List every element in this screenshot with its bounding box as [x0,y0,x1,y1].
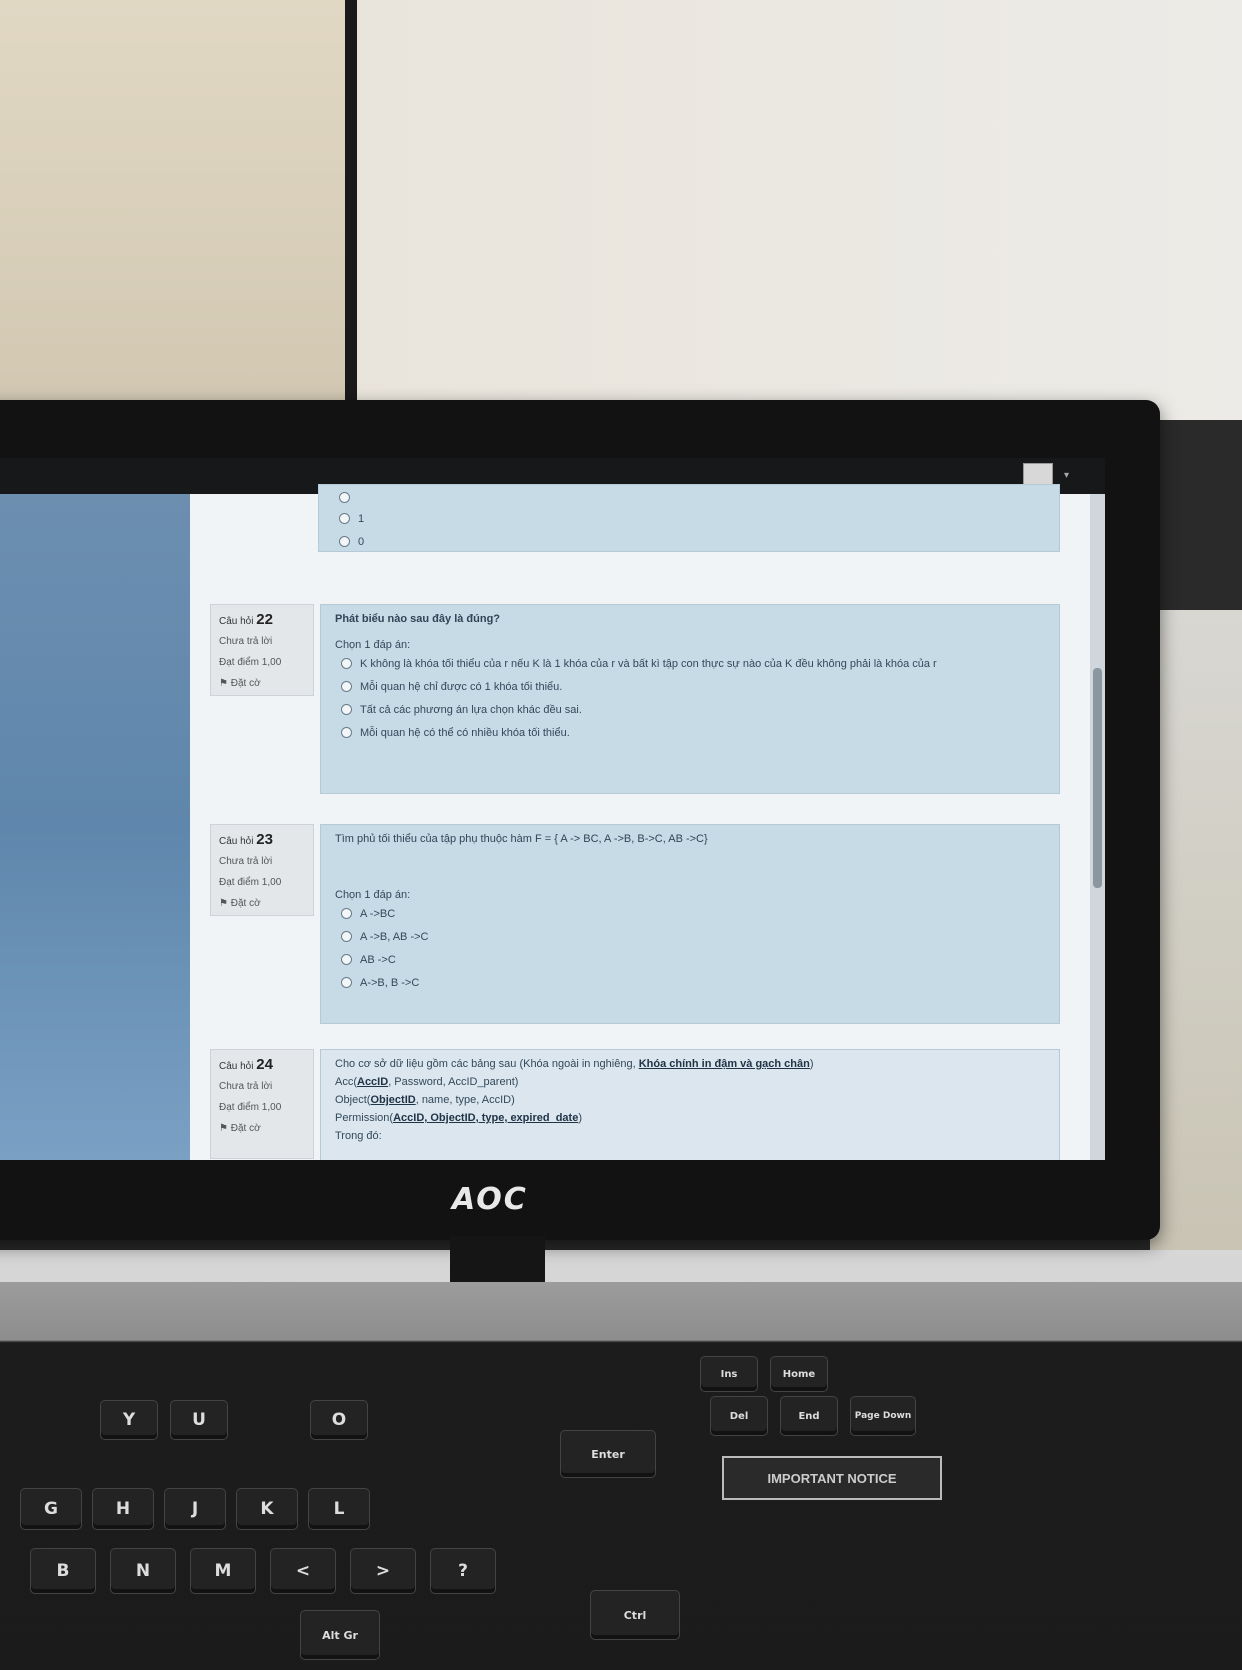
key-h: H [92,1488,154,1530]
question-score: Đạt điểm 1,00 [219,877,282,888]
question-status: Chưa trả lời [219,1081,273,1092]
question-number: Câu hỏi 22 [219,611,273,628]
key-n: N [110,1548,176,1594]
question-text: Phát biểu nào sau đây là đúng? [335,613,501,625]
key-slash: ? [430,1548,496,1594]
key-g: G [20,1488,82,1530]
question-23-box: Tìm phủ tối thiểu của tập phụ thuộc hàm … [320,824,1060,1024]
wall-panel-right [1150,610,1242,1250]
key-end: End [780,1396,838,1436]
important-notice-sticker: IMPORTANT NOTICE [722,1456,942,1500]
scrollbar-thumb[interactable] [1093,668,1102,888]
answer-option[interactable]: A ->BC [335,907,1045,921]
key-m: M [190,1548,256,1594]
radio-button[interactable] [341,727,352,738]
key-ctrl: Ctrl [590,1590,680,1640]
radio-button[interactable] [341,681,352,692]
radio-button[interactable] [341,704,352,715]
flag-question-link[interactable]: ⚑ Đặt cờ [219,1123,305,1134]
key-insert: Ins [700,1356,758,1392]
flag-icon: ⚑ [219,898,228,909]
key-l: L [308,1488,370,1530]
key-k: K [236,1488,298,1530]
key-o: O [310,1400,368,1440]
answer-option[interactable]: K không là khóa tối thiểu của r nếu K là… [335,657,1045,671]
question-status: Chưa trả lời [219,856,273,867]
answer-prompt: Chọn 1 đáp án: [335,889,411,901]
radio-button[interactable] [341,977,352,988]
answer-option[interactable]: Mỗi quan hệ có thể có nhiều khóa tối thi… [335,726,1045,740]
key-comma: < [270,1548,336,1594]
wall-panel-left [0,0,345,405]
key-enter: Enter [560,1430,656,1478]
radio-button[interactable] [339,492,350,503]
question-text: Cho cơ sở dữ liệu gồm các bảng sau (Khóa… [335,1058,814,1070]
flag-question-link[interactable]: ⚑ Đặt cờ [219,898,305,909]
question-22-info: Câu hỏi 22 Chưa trả lời Đạt điểm 1,00 ⚑ … [210,604,314,696]
question-status: Chưa trả lời [219,636,273,647]
key-delete: Del [710,1396,768,1436]
answer-option[interactable]: A->B, B ->C [335,976,1045,990]
question-score: Đạt điểm 1,00 [219,657,282,668]
left-sidebar [0,494,190,1160]
question-21-option[interactable]: 0 [333,535,1045,549]
monitor-screen: ▾ 1 0 Câu hỏi 22 Chưa trả lời Đạt điểm 1… [0,458,1105,1160]
schema-note: Trong đó: [335,1130,382,1142]
question-number: Câu hỏi 23 [219,831,273,848]
answer-option[interactable]: A ->B, AB ->C [335,930,1045,944]
schema-permission: Permission(AccID, ObjectID, type, expire… [335,1112,582,1124]
key-b: B [30,1548,96,1594]
question-24-box: Cho cơ sở dữ liệu gồm các bảng sau (Khóa… [320,1049,1060,1160]
question-24-info: Câu hỏi 24 Chưa trả lời Đạt điểm 1,00 ⚑ … [210,1049,314,1159]
question-21-option[interactable]: 1 [333,512,1045,526]
question-21-box: 1 0 [318,484,1060,552]
answer-option[interactable]: AB ->C [335,953,1045,967]
wall-frame-divider [345,0,357,410]
chevron-down-icon[interactable]: ▾ [1064,470,1069,481]
answer-prompt: Chọn 1 đáp án: [335,639,411,651]
question-number: Câu hỏi 24 [219,1056,273,1073]
question-21-option[interactable] [333,491,1045,503]
radio-button[interactable] [341,908,352,919]
question-score: Đạt điểm 1,00 [219,1102,282,1113]
radio-button[interactable] [339,513,350,524]
key-y: Y [100,1400,158,1440]
radio-button[interactable] [341,931,352,942]
key-j: J [164,1488,226,1530]
monitor-brand-logo: AOC [452,1182,528,1217]
question-23-info: Câu hỏi 23 Chưa trả lời Đạt điểm 1,00 ⚑ … [210,824,314,916]
question-text: Tìm phủ tối thiểu của tập phụ thuộc hàm … [335,833,708,845]
key-period: > [350,1548,416,1594]
schema-object: Object(ObjectID, name, type, AccID) [335,1094,515,1106]
key-alt-gr: Alt Gr [300,1610,380,1660]
radio-button[interactable] [341,954,352,965]
key-u: U [170,1400,228,1440]
answer-option[interactable]: Tất cả các phương án lựa chọn khác đều s… [335,703,1045,717]
key-home: Home [770,1356,828,1392]
answer-option[interactable]: Mỗi quan hệ chỉ được có 1 khóa tối thiểu… [335,680,1045,694]
key-page-down: Page Down [850,1396,916,1436]
radio-button[interactable] [341,658,352,669]
question-22-box: Phát biểu nào sau đây là đúng? Chọn 1 đá… [320,604,1060,794]
flag-question-link[interactable]: ⚑ Đặt cờ [219,678,305,689]
schema-acc: Acc(AccID, Password, AccID_parent) [335,1076,519,1088]
flag-icon: ⚑ [219,1123,228,1134]
radio-button[interactable] [339,536,350,547]
flag-icon: ⚑ [219,678,228,689]
quiz-content: 1 0 Câu hỏi 22 Chưa trả lời Đạt điểm 1,0… [190,484,1090,1160]
